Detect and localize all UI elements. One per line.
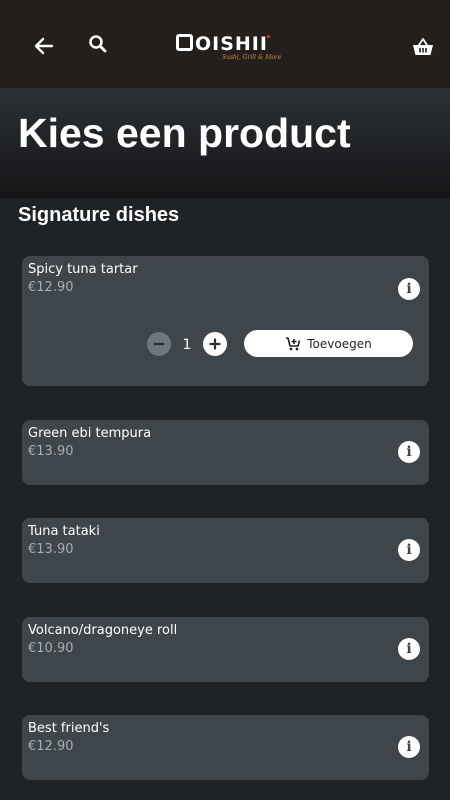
product-card[interactable]: Green ebi tempura €13.90 i: [22, 420, 429, 485]
info-button[interactable]: i: [398, 539, 420, 561]
search-button[interactable]: [86, 32, 110, 56]
product-card[interactable]: Tuna tataki €13.90 i: [22, 518, 429, 583]
logo-accent-dot: [267, 35, 270, 38]
info-icon: i: [406, 281, 412, 297]
info-icon: i: [406, 641, 412, 657]
product-price: €10.90: [28, 641, 74, 656]
product-name: Best friend's: [28, 721, 110, 736]
page-title: Kies een product: [18, 110, 351, 156]
product-name: Volcano/dragoneye roll: [28, 623, 178, 638]
plus-icon: [209, 338, 221, 350]
info-icon: i: [406, 542, 412, 558]
minus-icon: [153, 342, 165, 346]
basket-icon: [413, 38, 433, 55]
logo-text: OISHII: [195, 33, 268, 55]
product-name: Spicy tuna tartar: [28, 262, 138, 277]
section-title: Signature dishes: [18, 204, 180, 226]
product-price: €13.90: [28, 444, 74, 459]
decrease-quantity-button[interactable]: [147, 332, 171, 356]
add-to-cart-label: Toevoegen: [307, 336, 372, 351]
back-button[interactable]: [30, 32, 58, 60]
product-price: €12.90: [28, 739, 74, 754]
logo-tagline: Sushi, Grill & More: [222, 54, 282, 61]
product-card[interactable]: Volcano/dragoneye roll €10.90 i: [22, 617, 429, 682]
increase-quantity-button[interactable]: [203, 332, 227, 356]
product-price: €13.90: [28, 542, 74, 557]
info-button[interactable]: i: [398, 736, 420, 758]
search-icon: [89, 35, 107, 53]
add-to-cart-button[interactable]: Toevoegen: [244, 330, 413, 357]
product-price: €12.90: [28, 280, 74, 295]
quantity-value: 1: [182, 337, 192, 353]
info-button[interactable]: i: [398, 638, 420, 660]
info-icon: i: [406, 444, 412, 460]
product-card[interactable]: Spicy tuna tartar €12.90 i 1 Toevoegen: [22, 256, 429, 386]
arrow-left-icon: [34, 37, 54, 55]
cart-button[interactable]: [411, 36, 435, 60]
product-name: Green ebi tempura: [28, 426, 152, 441]
brand-logo: OISHII Sushi, Grill & More: [176, 34, 281, 64]
logo-mark: [176, 34, 193, 51]
cart-plus-icon: [286, 336, 301, 350]
info-button[interactable]: i: [398, 441, 420, 463]
top-app-bar: OISHII Sushi, Grill & More: [0, 0, 450, 88]
product-card[interactable]: Best friend's €12.90 i: [22, 715, 429, 780]
product-name: Tuna tataki: [28, 524, 100, 539]
info-button[interactable]: i: [398, 278, 420, 300]
logo-wordmark: OISHII: [176, 34, 268, 54]
info-icon: i: [406, 739, 412, 755]
